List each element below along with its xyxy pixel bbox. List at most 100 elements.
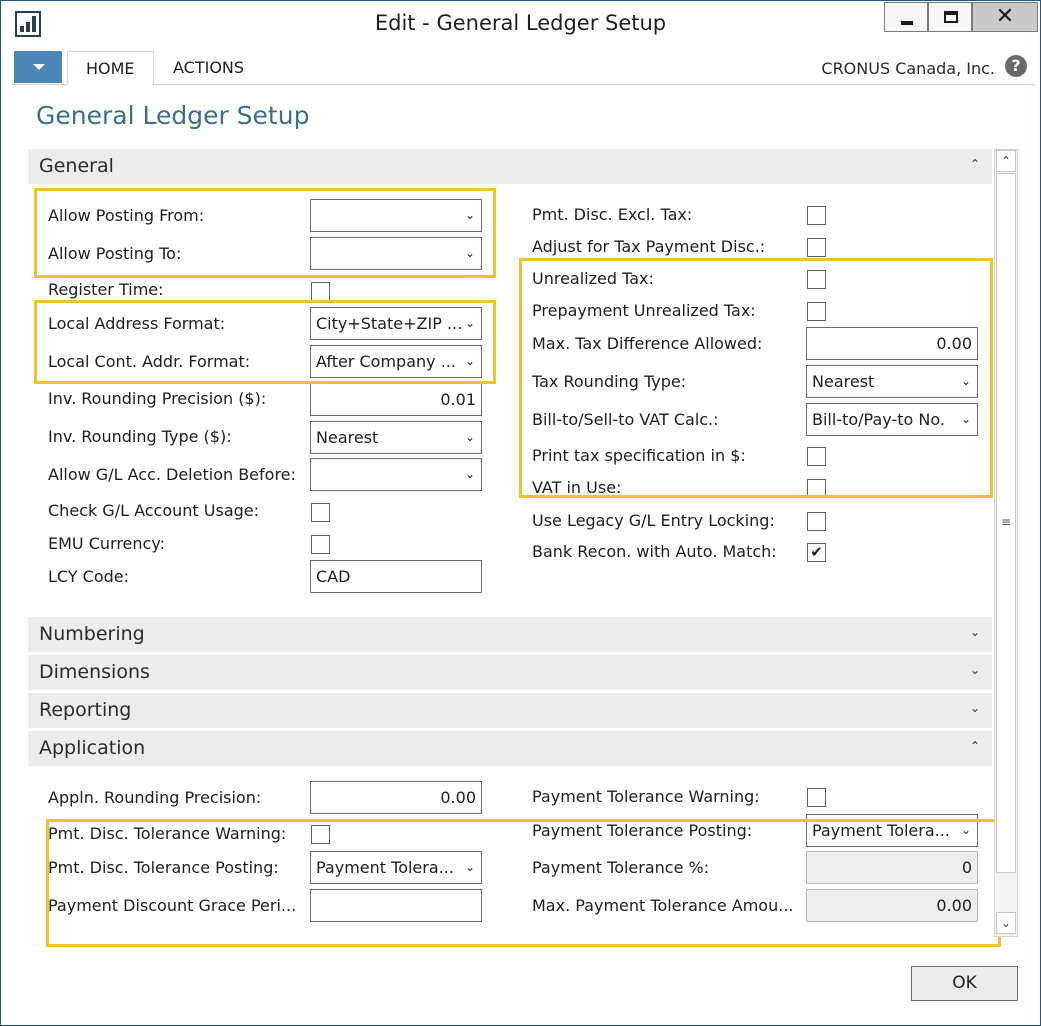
fasttab-reporting-label: Reporting [39,699,132,721]
vertical-scrollbar[interactable]: ⌃ ≡ ⌄ [994,149,1018,937]
dialog-window: Edit - General Ledger Setup ✕ HOME ACTIO… [0,0,1041,1026]
fasttab-dimensions[interactable]: Dimensions ⌄ [28,654,992,690]
close-button[interactable]: ✕ [972,2,1038,32]
fasttab-reporting[interactable]: Reporting ⌄ [28,692,992,728]
field-value: CAD [316,567,351,586]
field-label: Pmt. Disc. Tolerance Warning: [48,824,287,843]
field-label: Use Legacy G/L Entry Locking: [532,511,775,530]
field-label: Appln. Rounding Precision: [48,788,262,807]
expand-icon: ⌄ [969,625,980,639]
print-tax-specification-checkbox[interactable] [807,447,826,466]
field-label: Local Cont. Addr. Format: [48,352,251,371]
appln-rounding-precision-input[interactable]: 0.00 [310,781,482,814]
chevron-down-icon: ⌄ [960,823,971,837]
field-label: Allow G/L Acc. Deletion Before: [48,465,296,484]
bank-recon-auto-match-checkbox[interactable]: ✔ [807,543,826,562]
allow-gl-acc-deletion-input[interactable]: ⌄ [310,458,482,491]
minimize-button[interactable] [884,2,928,32]
field-label: Bill-to/Sell-to VAT Calc.: [532,410,719,429]
field-label: Allow Posting To: [48,244,182,263]
pmt-disc-tolerance-warning-checkbox[interactable] [311,825,330,844]
tab-actions[interactable]: ACTIONS [155,51,262,85]
local-cont-addr-format-select[interactable]: After Company ... ⌄ [310,345,482,378]
chevron-down-icon: ⌄ [960,412,971,426]
field-label: LCY Code: [48,567,130,586]
allow-posting-from-input[interactable]: ⌄ [310,199,482,232]
field-value: After Company ... [316,352,456,371]
field-value: Payment Tolera... [316,858,454,877]
field-label: Max. Payment Tolerance Amou... [532,896,794,915]
field-label: Payment Tolerance %: [532,858,710,877]
adjust-tax-payment-disc-checkbox[interactable] [807,238,826,257]
field-label: VAT in Use: [532,478,622,497]
fasttab-application-label: Application [39,737,146,759]
payment-tolerance-warning-checkbox[interactable] [807,788,826,807]
unrealized-tax-checkbox[interactable] [807,270,826,289]
inv-rounding-precision-input[interactable]: 0.01 [310,383,482,416]
help-icon[interactable]: ? [1005,55,1027,77]
allow-posting-to-input[interactable]: ⌄ [310,237,482,270]
fasttab-numbering-label: Numbering [39,623,145,645]
fasttab-dimensions-label: Dimensions [39,661,150,683]
maximize-button[interactable] [928,2,972,32]
scroll-up-icon[interactable]: ⌃ [996,150,1016,172]
max-tax-difference-input[interactable]: 0.00 [806,327,978,360]
field-value: Payment Tolera... [812,821,950,840]
checkmark-icon: ✔ [810,543,823,561]
chevron-down-icon: ⌄ [464,316,475,330]
chevron-down-icon: ⌄ [464,354,475,368]
grip-icon: ≡ [1001,515,1012,529]
close-icon: ✕ [995,4,1015,29]
field-label: Prepayment Unrealized Tax: [532,301,756,320]
field-value: 0.00 [440,788,476,807]
pmt-disc-excl-tax-checkbox[interactable] [807,206,826,225]
fasttab-application[interactable]: Application ⌃ [28,730,992,766]
field-value: 0.00 [936,334,972,353]
field-value: City+State+ZIP ... [316,314,463,333]
ok-button[interactable]: OK [911,966,1018,1001]
field-value: 0 [961,858,972,877]
field-label: Pmt. Disc. Excl. Tax: [532,205,693,224]
scrollbar-thumb[interactable]: ≡ [996,173,1016,873]
pmt-disc-tolerance-posting-select[interactable]: Payment Tolera... ⌄ [310,851,482,884]
field-label: Tax Rounding Type: [532,372,687,391]
payment-tolerance-posting-select[interactable]: Payment Tolera... ⌄ [806,814,978,847]
field-value: Bill-to/Pay-to No. [812,410,945,429]
fasttab-general-label: General [39,155,114,177]
fasttab-numbering[interactable]: Numbering ⌄ [28,616,992,652]
field-label: Pmt. Disc. Tolerance Posting: [48,858,279,877]
field-label: Allow Posting From: [48,206,205,225]
payment-discount-grace-period-input[interactable] [310,889,482,922]
tax-rounding-type-select[interactable]: Nearest ⌄ [806,365,978,398]
field-value: 0.00 [936,896,972,915]
field-label: Max. Tax Difference Allowed: [532,334,763,353]
use-legacy-gl-entry-locking-checkbox[interactable] [807,512,826,531]
app-menu-button[interactable] [14,51,62,83]
emu-currency-checkbox[interactable] [311,535,330,554]
field-label: Inv. Rounding Type ($): [48,427,232,446]
expand-icon: ⌄ [969,701,980,715]
local-address-format-select[interactable]: City+State+ZIP ... ⌄ [310,307,482,340]
collapse-icon: ⌃ [969,739,980,753]
fasttab-general[interactable]: General ⌃ [28,148,992,184]
page-title: General Ledger Setup [36,101,310,130]
ribbon: HOME ACTIONS CRONUS Canada, Inc. ? [13,49,1035,85]
field-label: Payment Tolerance Posting: [532,821,753,840]
chevron-down-icon: ⌄ [464,246,475,260]
scroll-down-icon[interactable]: ⌄ [996,912,1016,934]
register-time-checkbox[interactable] [311,282,330,301]
bill-to-sell-to-vat-calc-select[interactable]: Bill-to/Pay-to No. ⌄ [806,403,978,436]
inv-rounding-type-select[interactable]: Nearest ⌄ [310,421,482,454]
title-bar: Edit - General Ledger Setup ✕ [1,1,1040,47]
tab-home[interactable]: HOME [67,51,154,85]
field-label: Register Time: [48,280,164,299]
max-payment-tolerance-amount-field: 0.00 [806,889,978,922]
field-label: Unrealized Tax: [532,269,654,288]
check-gl-account-usage-checkbox[interactable] [311,503,330,522]
field-label: EMU Currency: [48,534,166,553]
chevron-down-icon: ⌄ [464,430,475,444]
chevron-down-icon: ⌄ [464,208,475,222]
vat-in-use-checkbox[interactable] [807,479,826,498]
prepayment-unrealized-tax-checkbox[interactable] [807,302,826,321]
lcy-code-input[interactable]: CAD [310,560,482,593]
